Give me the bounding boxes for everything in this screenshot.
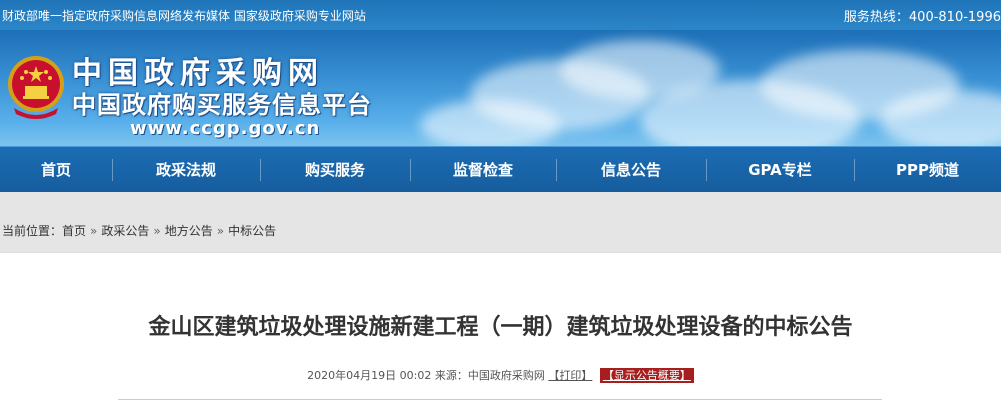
nav-item-regulations[interactable]: 政采法规 <box>112 147 260 193</box>
nav-item-home[interactable]: 首页 <box>0 147 112 193</box>
nav-item-supervision[interactable]: 监督检查 <box>410 147 556 193</box>
breadcrumb-separator: » <box>90 224 98 238</box>
main-nav: 首页 政采法规 购买服务 监督检查 信息公告 GPA专栏 PPP频道 <box>0 146 1001 192</box>
site-logo-url: www.ccgp.gov.cn <box>130 118 321 139</box>
breadcrumb-separator: » <box>153 224 161 238</box>
header-banner: 中国政府采购网 中国政府购买服务信息平台 www.ccgp.gov.cn <box>0 30 1001 146</box>
breadcrumb: 当前位置：首页» 政采公告» 地方公告» 中标公告 <box>2 222 276 239</box>
nav-item-gpa[interactable]: GPA专栏 <box>706 147 854 193</box>
nav-item-purchase-services[interactable]: 购买服务 <box>260 147 410 193</box>
article-source: 中国政府采购网 <box>467 369 545 382</box>
site-logo-subtitle: 中国政府购买服务信息平台 <box>72 91 372 119</box>
nav-item-ppp[interactable]: PPP频道 <box>854 147 1001 193</box>
top-bar: 财政部唯一指定政府采购信息网络发布媒体 国家级政府采购专业网站 服务热线：400… <box>0 0 1001 30</box>
breadcrumb-prefix: 当前位置： <box>2 224 63 238</box>
publish-date: 2020年04月19日 00:02 <box>307 369 432 382</box>
breadcrumb-local-announcements[interactable]: 地方公告 <box>165 224 213 238</box>
site-slogan: 财政部唯一指定政府采购信息网络发布媒体 国家级政府采购专业网站 <box>2 9 366 23</box>
print-link[interactable]: 【打印】 <box>548 369 592 382</box>
article-meta: 2020年04月19日 00:02 来源：中国政府采购网 【打印】 【显示公告概… <box>0 367 1001 383</box>
national-emblem-icon[interactable] <box>6 50 66 122</box>
breadcrumb-procurement-announcements[interactable]: 政采公告 <box>101 224 149 238</box>
service-hotline: 服务热线：400-810-1996 <box>843 10 1001 25</box>
source-label: 来源： <box>434 369 468 382</box>
article-panel: 金山区建筑垃圾处理设施新建工程（一期）建筑垃圾处理设备的中标公告 2020年04… <box>0 252 1001 404</box>
article-title: 金山区建筑垃圾处理设施新建工程（一期）建筑垃圾处理设备的中标公告 <box>148 315 853 340</box>
breadcrumb-home[interactable]: 首页 <box>62 224 86 238</box>
divider <box>118 399 882 400</box>
breadcrumb-separator: » <box>216 224 225 238</box>
show-summary-button[interactable]: 【显示公告概要】 <box>599 368 694 383</box>
breadcrumb-award-announcements[interactable]: 中标公告 <box>228 224 276 238</box>
breadcrumb-bar: 当前位置：首页» 政采公告» 地方公告» 中标公告 <box>0 192 1001 252</box>
nav-item-announcements[interactable]: 信息公告 <box>556 147 706 193</box>
